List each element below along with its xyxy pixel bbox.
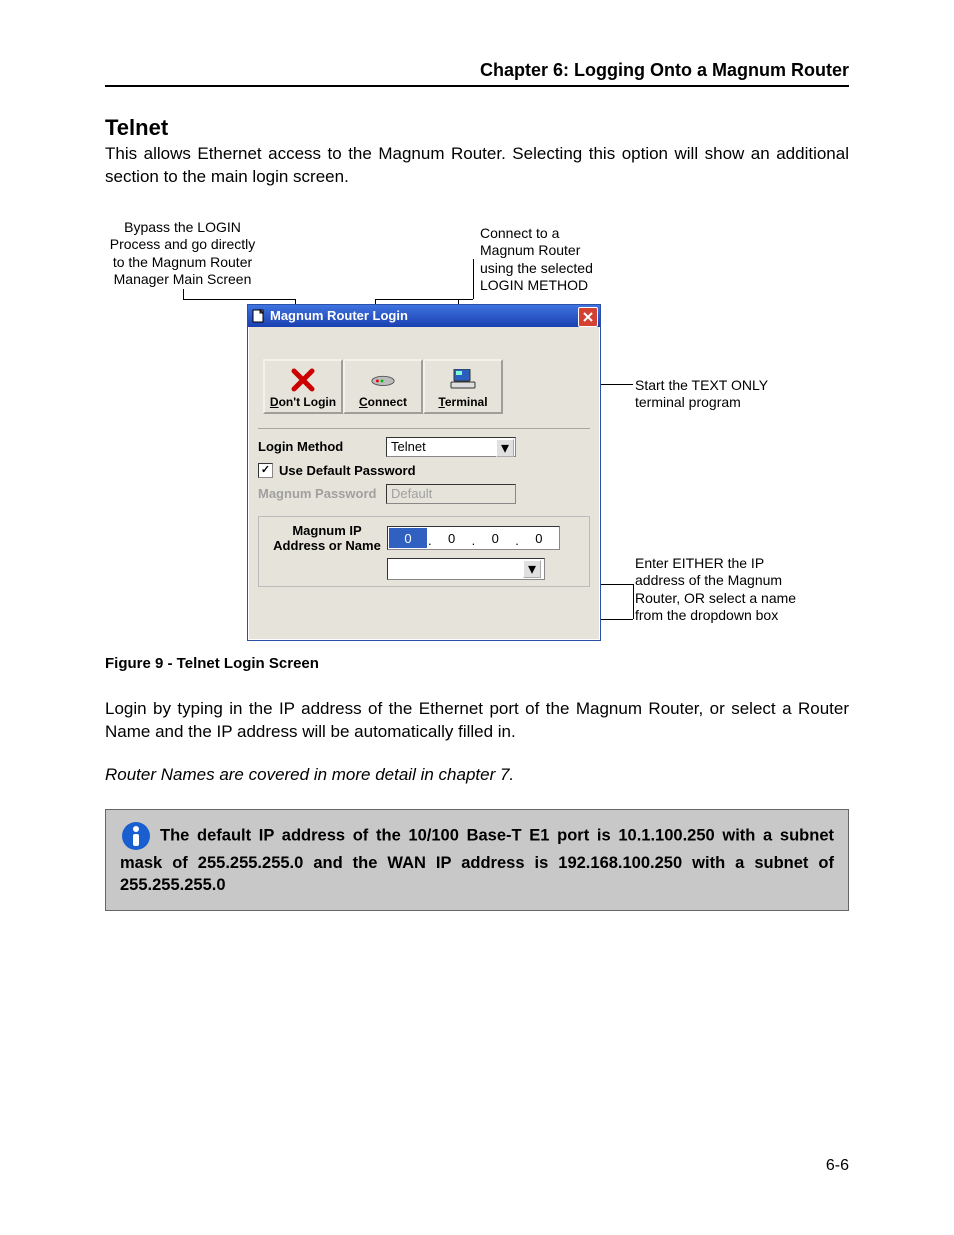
section-intro: This allows Ethernet access to the Magnu… — [105, 143, 849, 189]
modem-icon — [370, 367, 396, 393]
use-default-password-label: Use Default Password — [279, 463, 416, 478]
chapter-header: Chapter 6: Logging Onto a Magnum Router — [105, 60, 849, 81]
window-icon — [252, 309, 266, 323]
ip-octet-2[interactable] — [433, 528, 471, 548]
router-name-select[interactable] — [387, 558, 545, 580]
dont-login-label: Don't Login — [270, 395, 336, 409]
x-icon — [290, 367, 316, 393]
password-input — [386, 484, 516, 504]
callout-terminal: Start the TEXT ONLY terminal program — [635, 377, 785, 412]
section-title: Telnet — [105, 115, 849, 141]
info-text: The default IP address of the 10/100 Bas… — [120, 826, 834, 894]
password-label: Magnum Password — [258, 486, 378, 501]
callout-ip: Enter EITHER the IP address of the Magnu… — [635, 555, 800, 625]
dialog-titlebar: Magnum Router Login — [248, 305, 600, 327]
connect-button[interactable]: Connect — [343, 359, 423, 414]
ip-octet-4[interactable] — [520, 528, 558, 548]
paragraph-router-names-note: Router Names are covered in more detail … — [105, 764, 849, 787]
callout-bypass: Bypass the LOGIN Process and go directly… — [105, 219, 260, 289]
header-rule — [105, 85, 849, 87]
chevron-down-icon: ▾ — [523, 560, 541, 578]
dont-login-button[interactable]: Don't Login — [263, 359, 343, 414]
terminal-icon — [450, 367, 476, 393]
close-button[interactable] — [578, 307, 598, 327]
use-default-password-checkbox[interactable]: ✓ — [258, 463, 273, 478]
figure-area: Bypass the LOGIN Process and go directly… — [105, 219, 849, 649]
connect-label: Connect — [359, 395, 407, 409]
figure-caption: Figure 9 - Telnet Login Screen — [105, 655, 849, 672]
dialog-separator — [258, 428, 590, 429]
paragraph-login-instructions: Login by typing in the IP address of the… — [105, 698, 849, 744]
login-method-select[interactable] — [386, 437, 516, 457]
terminal-label: Terminal — [438, 395, 487, 409]
ip-address-input[interactable]: . . . — [387, 526, 560, 550]
dialog-title-text: Magnum Router Login — [270, 308, 408, 323]
callout-connect: Connect to a Magnum Router using the sel… — [480, 225, 615, 295]
ip-octet-1[interactable] — [389, 528, 427, 548]
ip-octet-3[interactable] — [476, 528, 514, 548]
close-icon — [583, 312, 593, 322]
page-number: 6-6 — [826, 1157, 849, 1175]
login-method-label: Login Method — [258, 439, 378, 454]
info-box: The default IP address of the 10/100 Bas… — [105, 809, 849, 912]
ip-address-label: Magnum IP Address or Name — [267, 523, 387, 554]
login-dialog: Magnum Router Login Don't Login — [247, 304, 601, 641]
terminal-button[interactable]: Terminal — [423, 359, 503, 414]
info-icon — [120, 820, 152, 852]
